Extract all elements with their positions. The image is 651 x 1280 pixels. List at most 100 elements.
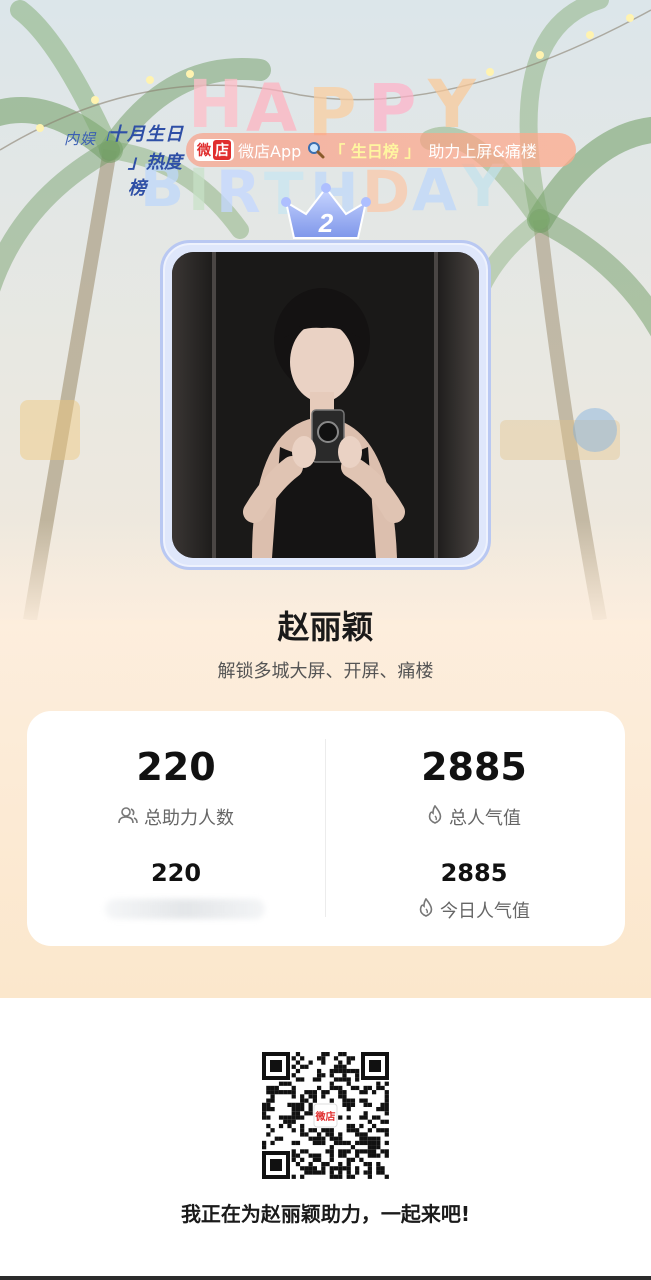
qr-module xyxy=(270,1106,275,1112)
event-logo-line2: 十月生日 xyxy=(108,124,184,145)
qr-module xyxy=(287,1081,292,1086)
qr-module xyxy=(316,1056,322,1061)
weidian-logo-char-a: 微 xyxy=(197,143,211,159)
qr-module xyxy=(291,1149,296,1154)
qr-module xyxy=(321,1140,326,1146)
qr-module xyxy=(346,1060,351,1065)
qr-module xyxy=(329,1153,334,1158)
qr-module xyxy=(346,1102,351,1107)
qr-module xyxy=(359,1140,364,1146)
qr-module xyxy=(338,1149,343,1154)
qr-module xyxy=(266,1123,271,1129)
qr-module xyxy=(333,1056,339,1061)
qr-module xyxy=(300,1094,305,1099)
qr-module xyxy=(304,1090,309,1095)
weidian-banner[interactable]: 微 店 微店App 「 生日榜 」 助力上屏&痛楼 xyxy=(186,133,576,167)
total-supporters-label-row: 总助力人数 xyxy=(27,804,325,830)
qr-module xyxy=(342,1077,347,1082)
qr-module xyxy=(262,1140,267,1146)
qr-module xyxy=(278,1090,284,1095)
qr-module xyxy=(371,1149,377,1154)
qr-module xyxy=(346,1174,351,1179)
qr-module xyxy=(321,1136,326,1141)
qr-module xyxy=(363,1115,368,1120)
qr-module xyxy=(325,1132,330,1137)
qr-module xyxy=(367,1128,372,1133)
qr-module xyxy=(338,1085,343,1091)
search-icon xyxy=(307,141,325,159)
qr-module xyxy=(308,1094,313,1099)
qr-module xyxy=(338,1174,343,1179)
qr-module xyxy=(304,1111,309,1116)
qr-module xyxy=(329,1132,334,1137)
qr-module xyxy=(363,1098,368,1103)
qr-module xyxy=(384,1111,389,1116)
qr-module xyxy=(287,1119,292,1124)
qr-module xyxy=(359,1132,364,1137)
qr-module xyxy=(300,1102,305,1107)
qr-module xyxy=(283,1119,288,1124)
today-supporters-value: 220 xyxy=(150,859,202,887)
qr-module xyxy=(329,1170,334,1175)
qr-module xyxy=(278,1115,284,1120)
qr-module xyxy=(287,1090,292,1095)
qr-module xyxy=(333,1174,339,1179)
qr-module xyxy=(346,1161,351,1167)
qr-module xyxy=(304,1132,309,1137)
qr-module xyxy=(300,1166,305,1171)
qr-module xyxy=(384,1106,389,1112)
qr-module xyxy=(262,1111,267,1116)
qr-module xyxy=(300,1106,305,1112)
stats-card: 220 总助力人数 2885 总人气值 220 2885 今日人气值 xyxy=(27,711,625,946)
total-supporters-label: 总助力人数 xyxy=(144,808,234,829)
qr-module xyxy=(371,1140,377,1146)
qr-module xyxy=(321,1060,326,1065)
qr-module xyxy=(325,1128,330,1133)
qr-module xyxy=(321,1090,326,1095)
qr-module xyxy=(350,1068,356,1074)
people-icon xyxy=(118,806,138,829)
qr-module xyxy=(266,1102,271,1107)
qr-module xyxy=(291,1064,296,1069)
qr-module xyxy=(300,1123,305,1129)
qr-module xyxy=(363,1111,368,1116)
qr-module xyxy=(308,1153,313,1158)
qr-module xyxy=(283,1090,288,1095)
qr-module xyxy=(346,1170,351,1175)
qr-module xyxy=(291,1073,296,1078)
qr-module xyxy=(266,1098,271,1103)
qr-module xyxy=(376,1170,381,1175)
qr-module xyxy=(295,1068,301,1074)
bottom-edge xyxy=(0,1276,651,1280)
qr-module xyxy=(329,1081,334,1086)
qr-module xyxy=(367,1170,372,1175)
qr-module xyxy=(338,1077,343,1082)
qr-module xyxy=(295,1153,301,1158)
qr-module xyxy=(350,1174,356,1179)
qr-module xyxy=(355,1077,360,1082)
qr-module xyxy=(371,1123,377,1129)
qr-module xyxy=(338,1136,343,1141)
qr-module xyxy=(338,1140,343,1146)
qr-module xyxy=(291,1128,296,1133)
qr-module xyxy=(376,1166,381,1171)
qr-module xyxy=(346,1115,351,1120)
qr-module xyxy=(363,1102,368,1107)
qr-module xyxy=(346,1106,351,1112)
qr-module xyxy=(316,1153,322,1158)
today-popularity-value: 2885 xyxy=(440,859,508,887)
qr-module xyxy=(346,1056,351,1061)
qr-module xyxy=(350,1085,356,1091)
qr-module xyxy=(312,1153,317,1158)
qr-code[interactable]: 微店 xyxy=(262,1052,389,1179)
qr-module xyxy=(367,1102,372,1107)
qr-module xyxy=(384,1098,389,1103)
qr-module xyxy=(333,1085,339,1091)
qr-module xyxy=(342,1149,347,1154)
qr-module xyxy=(333,1064,339,1069)
qr-module xyxy=(355,1149,360,1154)
qr-module xyxy=(291,1085,296,1091)
qr-module xyxy=(342,1166,347,1171)
qr-module xyxy=(321,1161,326,1167)
qr-module xyxy=(321,1166,326,1171)
